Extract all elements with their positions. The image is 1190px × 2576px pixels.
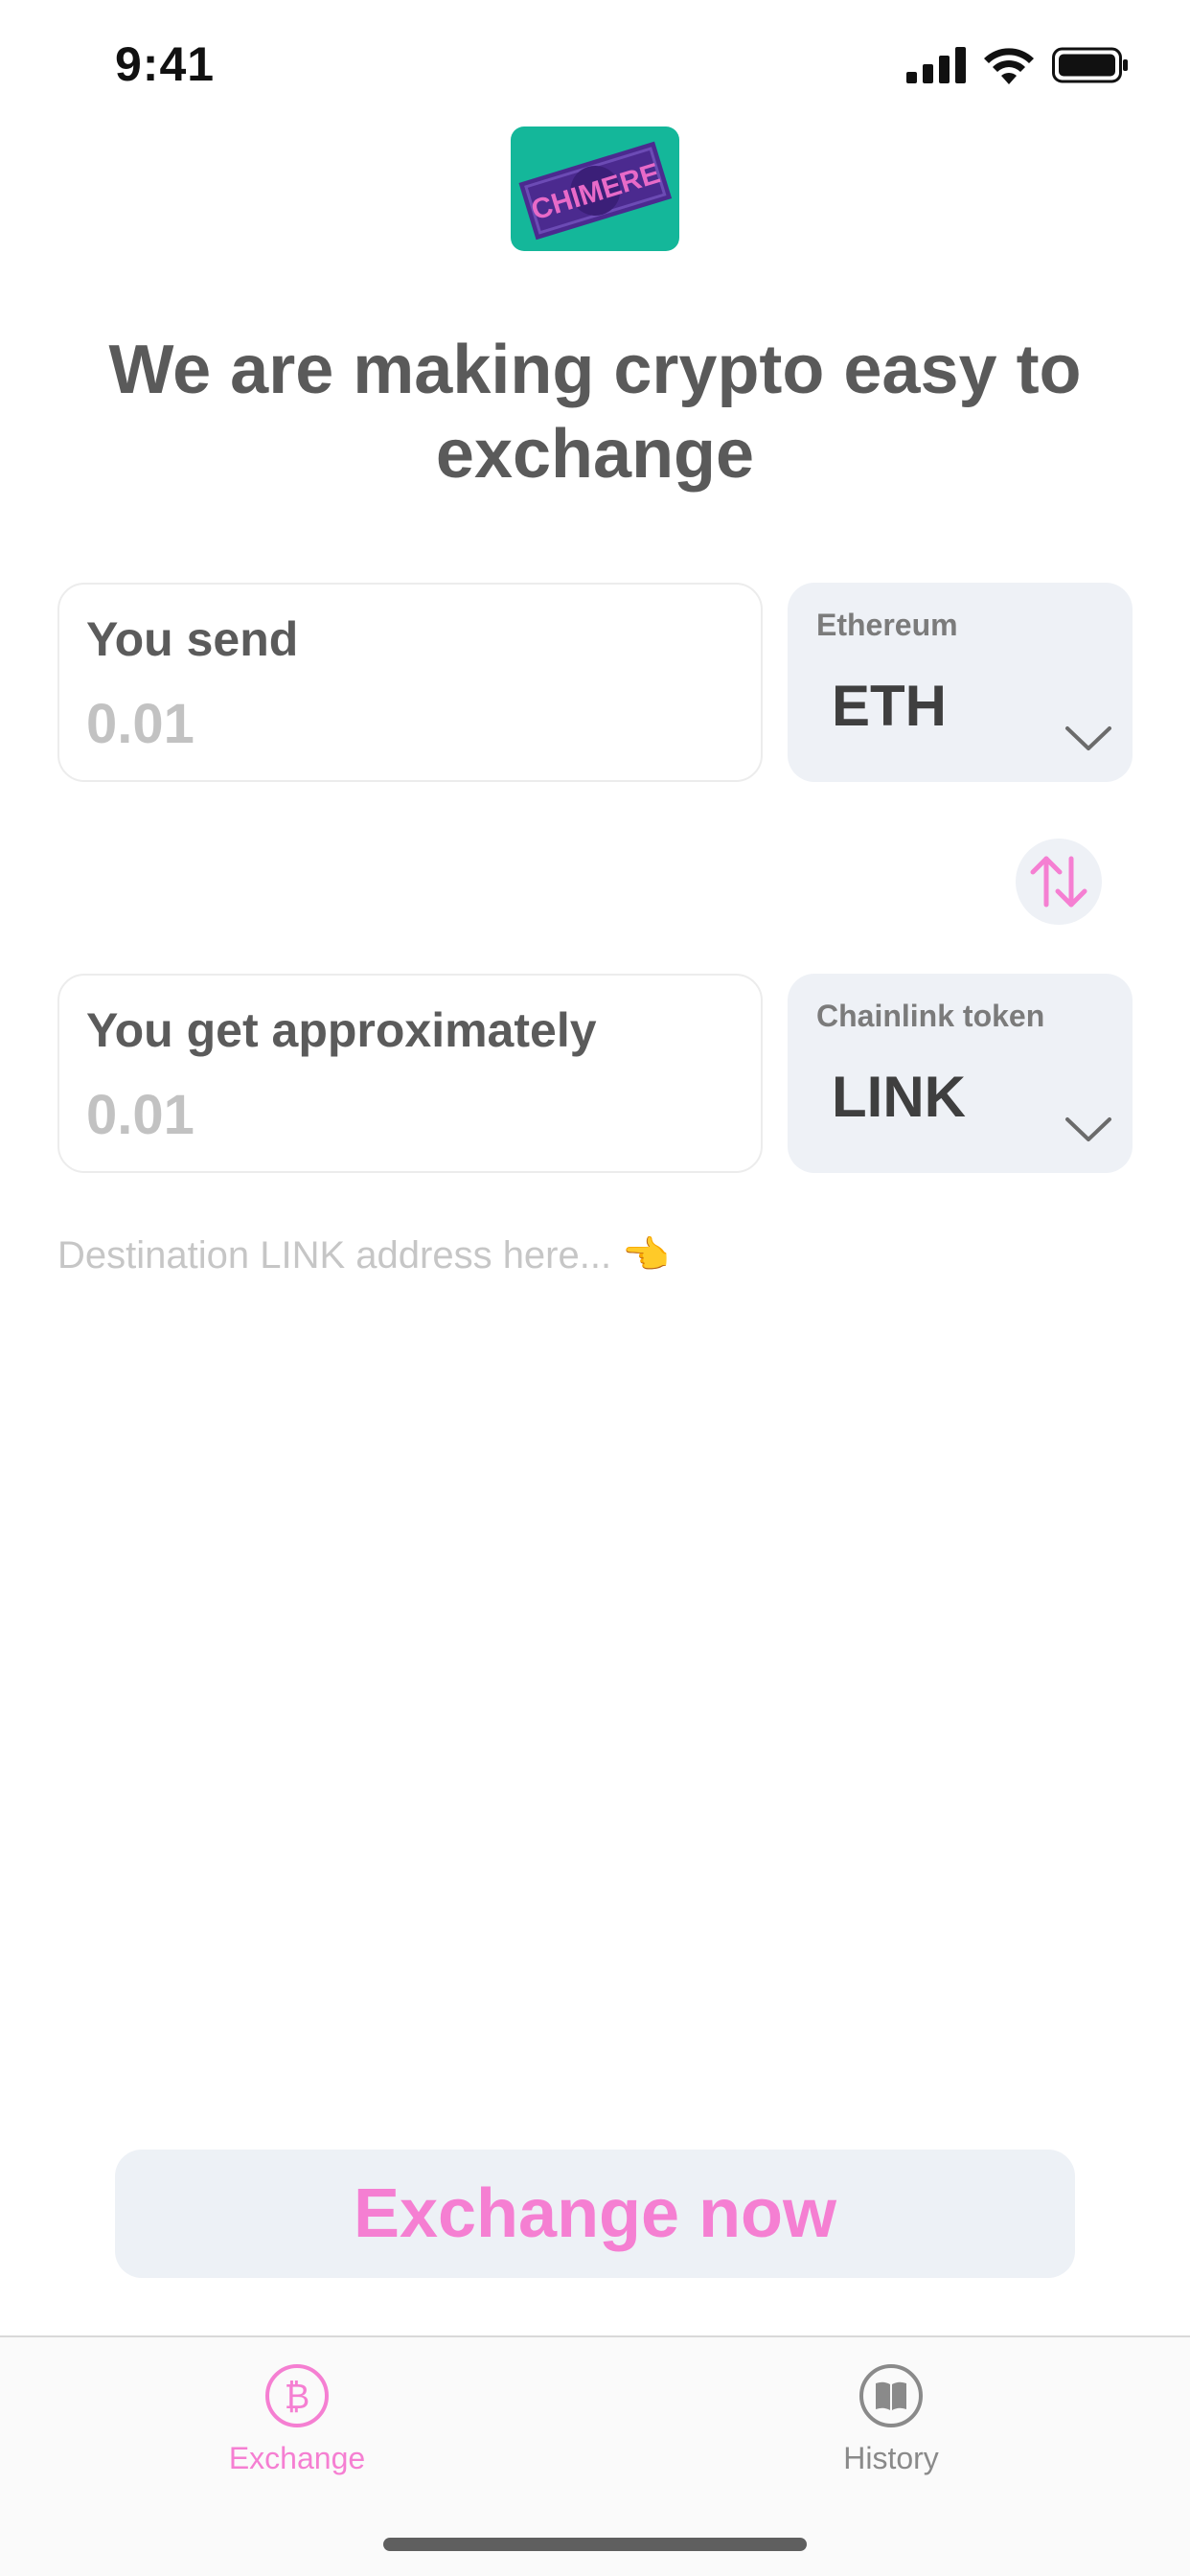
battery-icon — [1052, 47, 1128, 83]
tab-exchange[interactable]: ₿ Exchange — [182, 2362, 412, 2506]
home-indicator — [383, 2538, 807, 2551]
book-icon — [859, 2364, 923, 2427]
send-amount-input[interactable] — [86, 692, 719, 756]
exchange-screen: 9:41 CHIMERE We are making crypto easy t… — [0, 0, 1190, 2576]
svg-text:₿: ₿ — [285, 2378, 310, 2417]
exchange-now-button[interactable]: Exchange now — [115, 2150, 1075, 2278]
page-title: We are making crypto easy to exchange — [108, 332, 1082, 493]
destination-address-input[interactable] — [57, 1227, 1092, 1284]
receive-amount-input[interactable] — [86, 1083, 719, 1147]
tab-history[interactable]: History — [776, 2362, 1006, 2506]
receive-label: You get approximately — [86, 1003, 597, 1057]
status-icons — [906, 46, 1129, 84]
tab-history-label: History — [843, 2441, 939, 2475]
chevron-down-icon — [1065, 1117, 1111, 1141]
receive-currency-name: Chainlink token — [816, 999, 1045, 1033]
swap-arrows-icon — [1030, 856, 1087, 908]
chevron-down-icon — [1065, 726, 1111, 750]
app-logo: CHIMERE — [511, 126, 679, 251]
send-currency-name: Ethereum — [816, 608, 958, 642]
status-time: 9:41 — [115, 37, 216, 91]
bitcoin-icon: ₿ — [265, 2364, 329, 2427]
send-amount-card[interactable]: You send — [57, 583, 763, 782]
receive-currency-ticker: LINK — [832, 1065, 966, 1129]
wifi-icon — [984, 48, 1034, 84]
send-currency-ticker: ETH — [832, 674, 947, 738]
cellular-signal-icon — [906, 47, 966, 83]
receive-currency-selector[interactable]: Chainlink token LINK — [788, 974, 1133, 1173]
send-currency-selector[interactable]: Ethereum ETH — [788, 583, 1133, 782]
swap-currencies-button[interactable] — [1016, 839, 1102, 925]
tab-exchange-label: Exchange — [228, 2441, 366, 2475]
send-label: You send — [86, 612, 299, 666]
receive-amount-card[interactable]: You get approximately — [57, 974, 763, 1173]
